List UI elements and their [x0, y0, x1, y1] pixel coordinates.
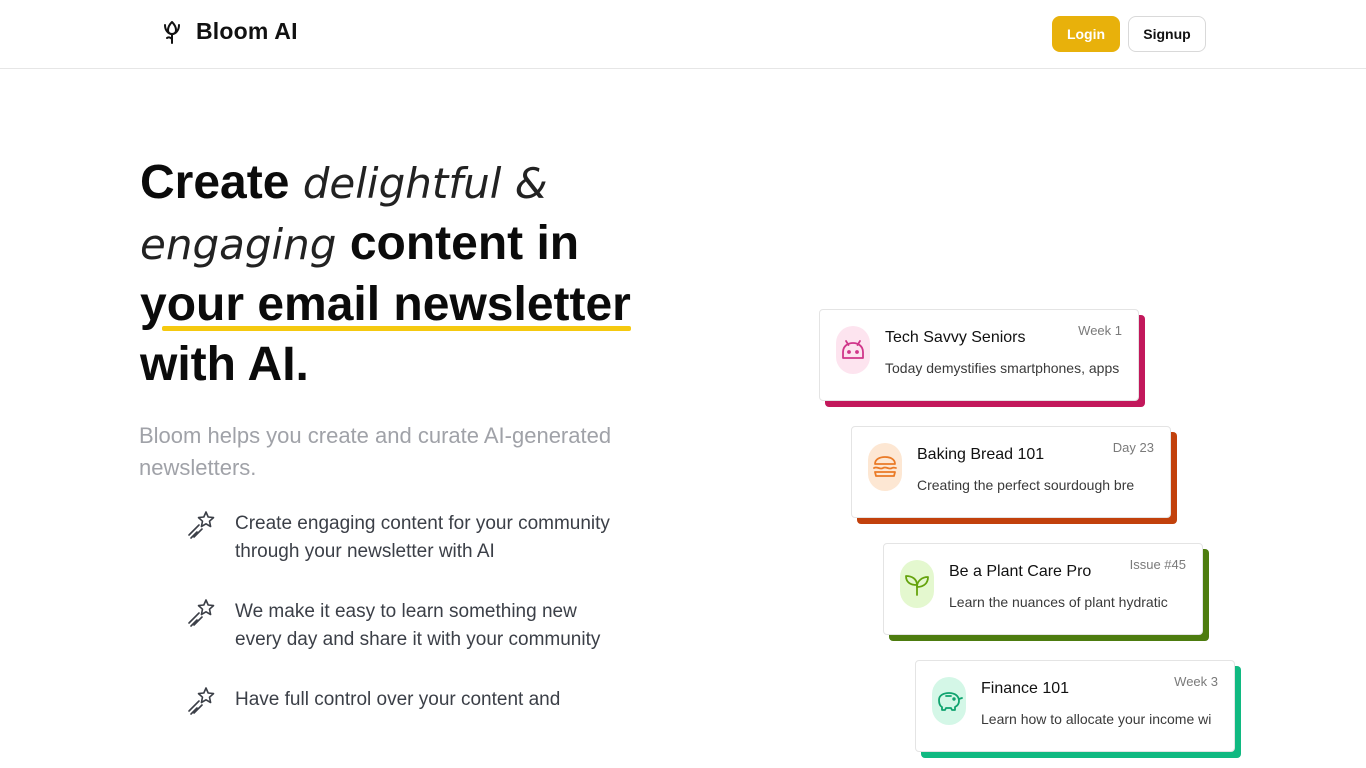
- card-description: Today demystifies smartphones, apps: [885, 360, 1120, 376]
- hero-headline: Create delightful & engaging content in …: [140, 153, 660, 395]
- sparkle-star-icon: [186, 686, 218, 718]
- feature-text: Create engaging content for your communi…: [235, 513, 610, 562]
- piggy-bank-icon: [932, 677, 966, 725]
- feature-item: Create engaging content for your communi…: [186, 510, 616, 566]
- brand[interactable]: Bloom AI: [160, 18, 298, 45]
- headline-word-create: Create: [140, 156, 290, 209]
- card-title: Tech Savvy Seniors: [885, 329, 1026, 346]
- brand-name: Bloom AI: [196, 18, 298, 44]
- tulip-icon: [160, 19, 184, 45]
- signup-button[interactable]: Signup: [1128, 16, 1206, 52]
- login-button[interactable]: Login: [1052, 16, 1120, 52]
- card-tag: Day 23: [1112, 440, 1154, 455]
- feature-text: Have full control over your content and: [235, 689, 561, 710]
- feature-item: Have full control over your content and: [186, 686, 616, 718]
- headline-word-engaging: engaging: [140, 220, 337, 269]
- card-tag: Week 1: [1078, 323, 1122, 338]
- newsletter-card[interactable]: Finance 101 Week 3 Learn how to allocate…: [915, 660, 1241, 758]
- headline-word-delightful: delightful &: [302, 159, 548, 208]
- headline-word-with-ai: with AI.: [140, 338, 309, 391]
- card-description: Learn the nuances of plant hydratic: [949, 594, 1168, 610]
- card-title: Baking Bread 101: [917, 446, 1045, 463]
- robot-icon: [836, 326, 870, 374]
- top-nav: Bloom AI Login Signup: [0, 0, 1366, 69]
- feature-list: Create engaging content for your communi…: [186, 510, 616, 750]
- sparkle-star-icon: [186, 510, 218, 542]
- headline-word-content: content in: [349, 217, 580, 270]
- card-title: Finance 101: [981, 680, 1070, 697]
- hero-subtitle: Bloom helps you create and curate AI-gen…: [139, 423, 612, 480]
- card-tag: Week 3: [1174, 674, 1218, 689]
- feature-item: We make it easy to learn something new e…: [186, 598, 616, 654]
- card-tag: Issue #45: [1129, 557, 1186, 572]
- leaf-icon: [900, 560, 934, 608]
- newsletter-card[interactable]: Be a Plant Care Pro Issue #45 Learn the …: [883, 543, 1209, 641]
- card-title: Be a Plant Care Pro: [949, 563, 1092, 580]
- feature-text: We make it easy to learn something new e…: [235, 601, 601, 650]
- card-description: Creating the perfect sourdough bre: [917, 477, 1135, 493]
- headline-highlight: your email newsletter: [140, 275, 631, 335]
- newsletter-card[interactable]: Baking Bread 101 Day 23 Creating the per…: [851, 426, 1177, 524]
- card-description: Learn how to allocate your income wi: [981, 711, 1212, 727]
- sparkle-star-icon: [186, 598, 218, 630]
- burger-icon: [868, 443, 902, 491]
- newsletter-card[interactable]: Tech Savvy Seniors Week 1 Today demystif…: [819, 309, 1145, 407]
